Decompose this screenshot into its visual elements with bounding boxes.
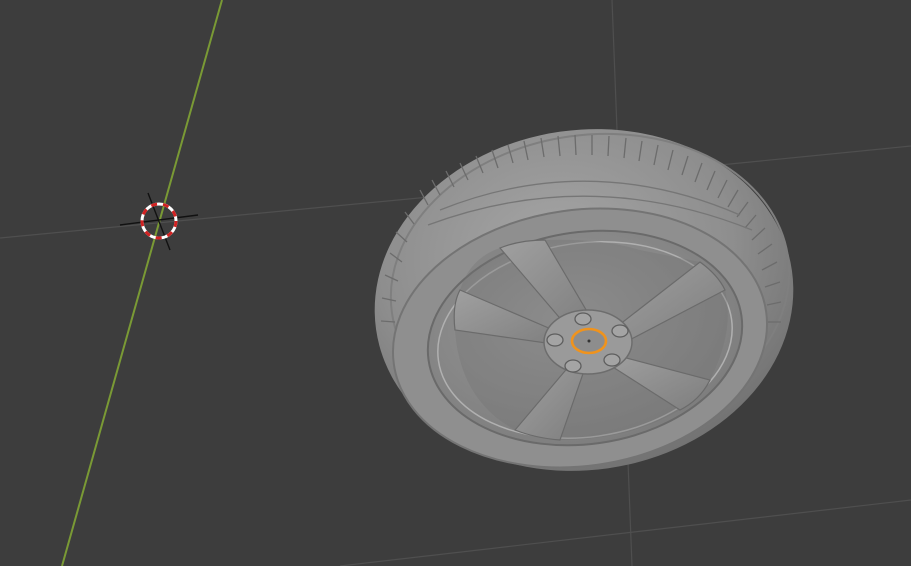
viewport-canvas[interactable] — [0, 0, 911, 566]
3d-viewport[interactable] — [0, 0, 911, 566]
object-origin-dot — [587, 339, 591, 343]
